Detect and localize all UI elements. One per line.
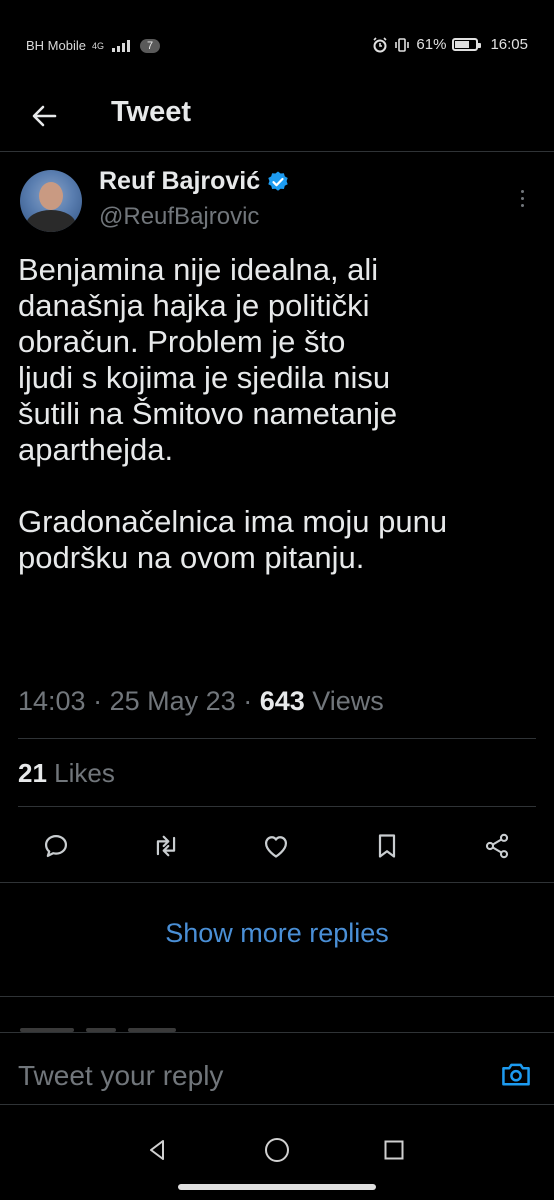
home-indicator[interactable] <box>178 1184 376 1190</box>
divider <box>0 1104 554 1105</box>
divider <box>0 1032 554 1033</box>
tweet-action-bar <box>0 826 554 866</box>
notification-count-badge: 7 <box>139 38 161 53</box>
tweet-meta: 14:03 · 25 May 23 · 643 Views <box>18 686 384 716</box>
tweet-date: 25 May 23 <box>109 686 236 716</box>
divider <box>0 996 554 997</box>
divider <box>0 882 554 883</box>
tweet-line: šutili na Šmitovo nametanje <box>18 396 398 431</box>
nav-recents-button[interactable] <box>372 1128 416 1172</box>
retweet-icon <box>156 835 176 857</box>
more-options-button[interactable] <box>508 180 536 216</box>
retweet-button[interactable] <box>146 826 186 866</box>
vibrate-icon <box>395 37 410 52</box>
signal-icon <box>111 39 130 52</box>
battery-percent: 61% <box>416 36 447 53</box>
nav-home-button[interactable] <box>255 1128 299 1172</box>
tweet-time: 14:03 <box>18 686 86 716</box>
share-icon <box>485 833 509 859</box>
author-name[interactable]: Reuf Bajrović <box>99 167 290 196</box>
bookmark-button[interactable] <box>367 826 407 866</box>
likes-stat[interactable]: 21 Likes <box>18 758 115 789</box>
author-handle[interactable]: @ReufBajrovic <box>99 203 259 231</box>
tweet-line: podršku na ovom pitanju. <box>18 540 365 575</box>
clock-time: 16:05 <box>490 36 528 53</box>
show-more-replies-link[interactable]: Show more replies <box>0 918 554 949</box>
divider <box>18 806 536 807</box>
circle-home-icon <box>265 1138 289 1162</box>
reply-input[interactable] <box>18 1056 458 1096</box>
carrier-name: BH Mobile <box>26 38 86 53</box>
back-button[interactable] <box>22 94 66 138</box>
reply-icon <box>44 834 68 858</box>
alarm-icon <box>373 36 387 52</box>
nav-back-button[interactable] <box>136 1128 180 1172</box>
views-count[interactable]: 643 <box>260 686 305 716</box>
camera-icon <box>502 1063 530 1086</box>
tweet-line: aparthejda. <box>18 432 174 467</box>
battery-icon <box>452 38 482 51</box>
tweet-text: Benjamina nije idealna, ali današnja haj… <box>18 252 538 576</box>
tweet-line: današnja hajka je politički <box>18 288 370 323</box>
status-bar-right: 61% 16:05 <box>372 36 528 53</box>
square-recents-icon <box>384 1140 404 1160</box>
tweet-line: Gradonačelnica ima moju punu <box>18 504 448 539</box>
tweet-line: ljudi s kojima je sjedila nisu <box>18 360 391 395</box>
page-title: Tweet <box>111 96 192 128</box>
likes-count: 21 <box>18 758 47 788</box>
top-app-bar: Tweet <box>0 88 554 152</box>
author-avatar[interactable] <box>20 170 82 232</box>
likes-label: Likes <box>54 758 115 788</box>
partially-hidden-section-heading <box>20 1028 180 1034</box>
like-icon <box>264 836 288 858</box>
status-bar: BH Mobile 4G 7 61% 16:05 <box>0 0 554 88</box>
like-button[interactable] <box>256 826 296 866</box>
share-button[interactable] <box>477 826 517 866</box>
triangle-back-icon <box>150 1140 164 1160</box>
verified-badge-icon <box>268 171 288 191</box>
reply-button[interactable] <box>36 826 76 866</box>
status-bar-left: BH Mobile 4G 7 <box>26 38 161 53</box>
tweet-line: obračun. Problem je što <box>18 324 346 359</box>
network-type: 4G <box>91 40 104 51</box>
arrow-left-icon <box>32 105 57 127</box>
author-name-text: Reuf Bajrović <box>99 167 261 195</box>
bookmark-icon <box>378 834 396 858</box>
views-label: Views <box>312 686 384 716</box>
camera-button[interactable] <box>496 1054 536 1094</box>
divider <box>18 738 536 739</box>
tweet-line: Benjamina nije idealna, ali <box>18 252 379 287</box>
